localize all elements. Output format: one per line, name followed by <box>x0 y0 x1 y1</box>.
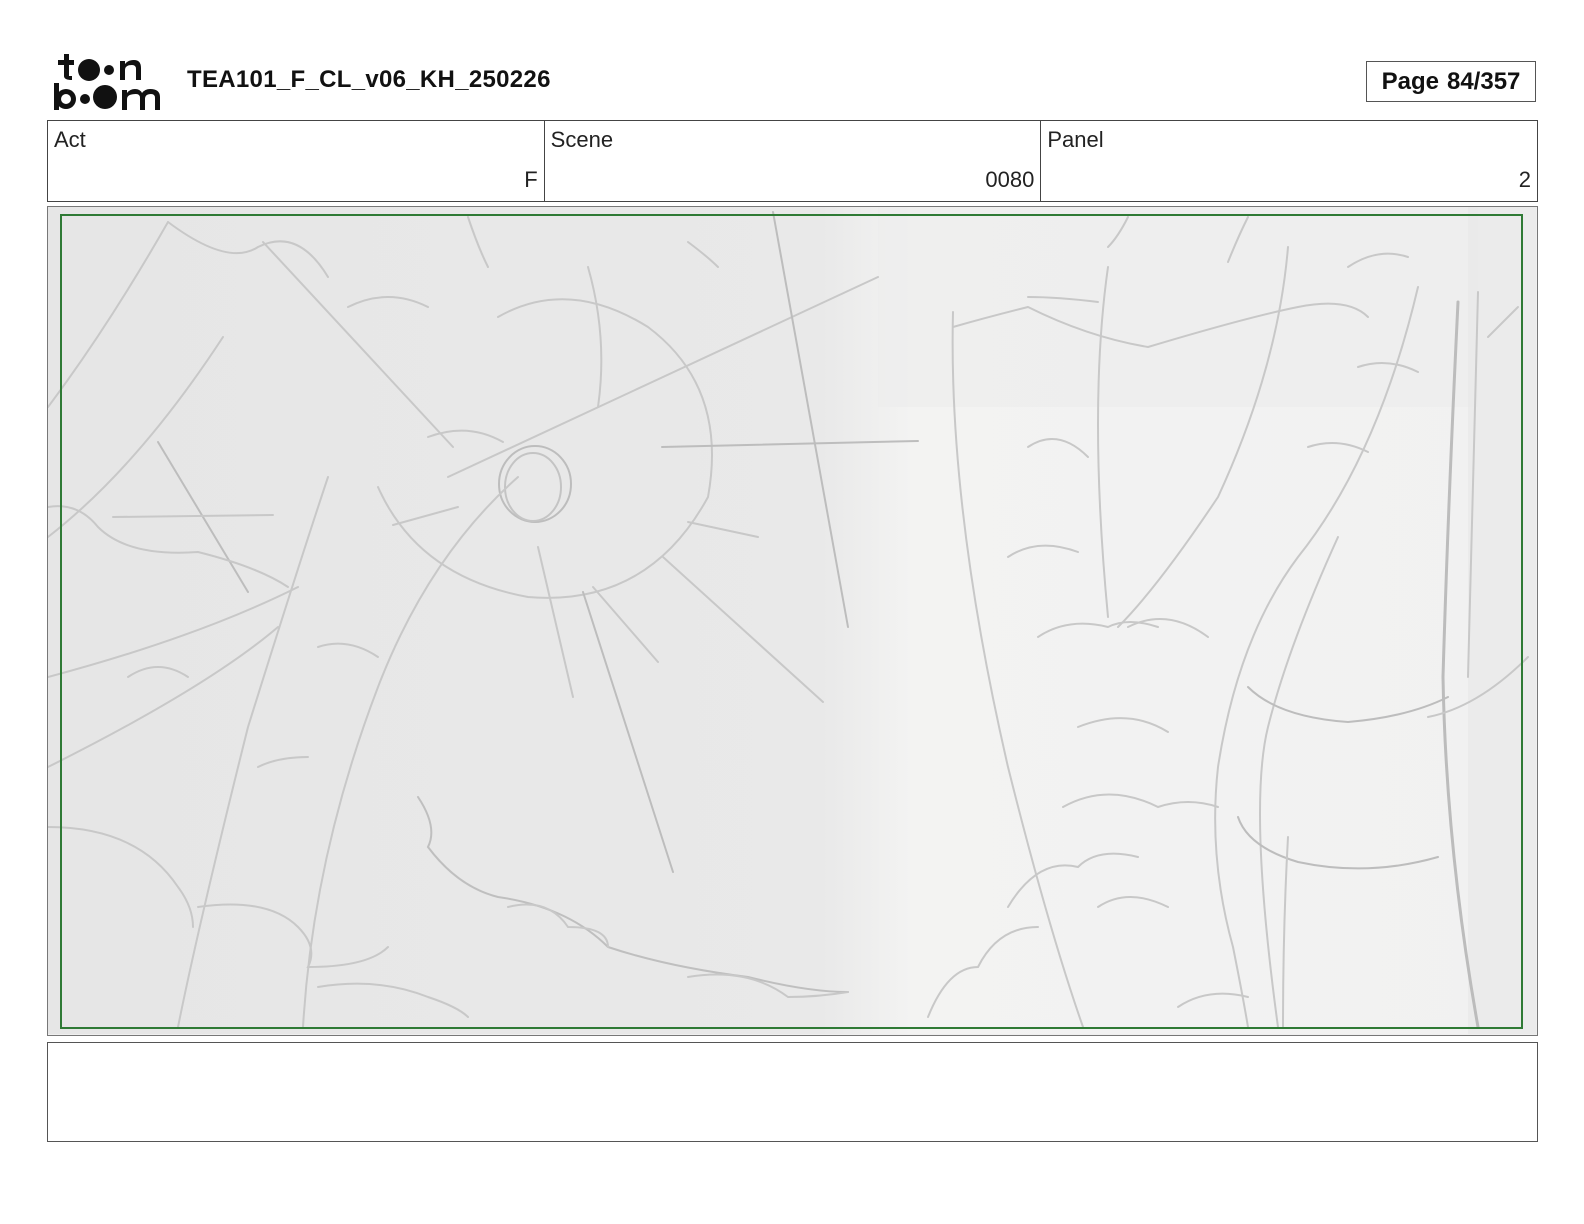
info-table: Act F Scene 0080 Panel 2 <box>47 120 1538 202</box>
act-label: Act <box>54 127 86 152</box>
safe-area-frame <box>60 214 1523 1029</box>
act-cell: Act F <box>48 121 545 201</box>
panel-cell: Panel 2 <box>1041 121 1537 201</box>
scene-value: 0080 <box>985 167 1035 192</box>
scene-label: Scene <box>550 127 614 152</box>
page-label: Page <box>1381 67 1439 95</box>
page-number: 84/357 <box>1446 67 1521 95</box>
panel-notes <box>47 1042 1538 1142</box>
panel-value: 2 <box>1518 167 1532 192</box>
document-title: TEA101_F_CL_v06_KH_250226 <box>187 66 551 93</box>
page-indicator: Page 84/357 <box>1366 61 1536 102</box>
storyboard-panel <box>47 206 1538 1036</box>
panel-label: Panel <box>1047 127 1104 152</box>
toon-boom-logo-icon <box>52 52 164 112</box>
act-value: F <box>524 167 538 192</box>
scene-cell: Scene 0080 <box>545 121 1042 201</box>
